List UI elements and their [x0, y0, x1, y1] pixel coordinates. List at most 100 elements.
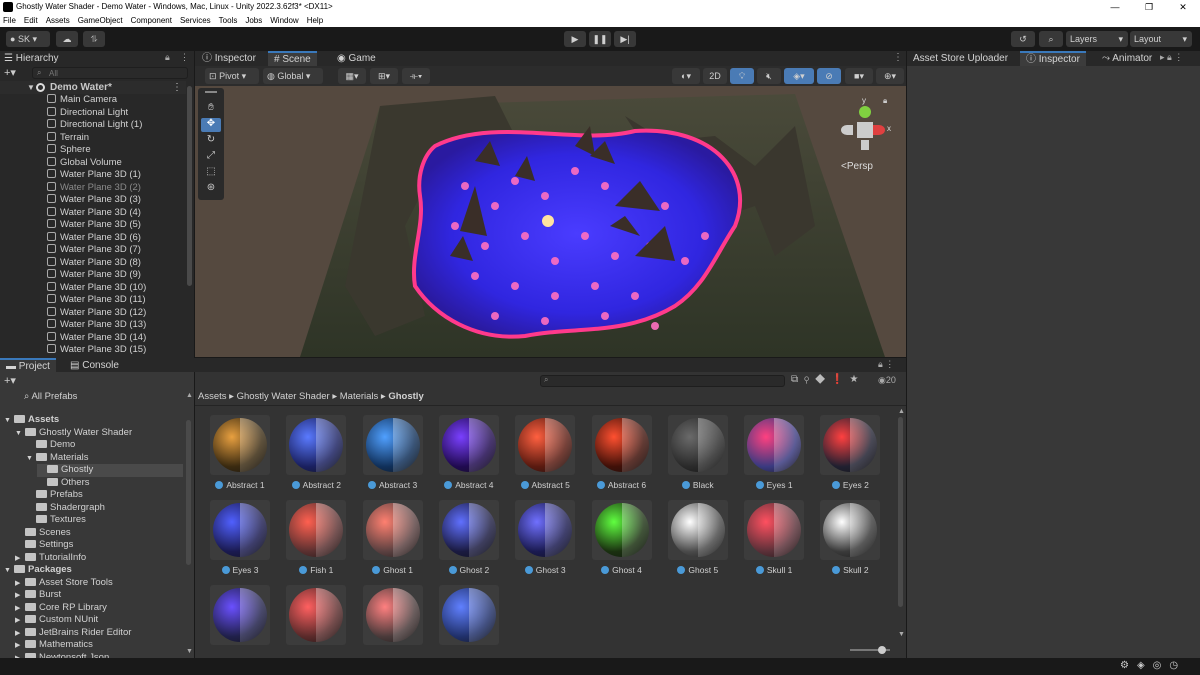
close-button[interactable]: ✕	[1166, 0, 1200, 14]
rotate-tool-icon[interactable]: ↻	[201, 134, 221, 148]
lock-icon[interactable]: 🔒︎	[165, 52, 170, 63]
expand-arrow-icon[interactable]: ▼	[15, 428, 25, 441]
folder-tree-item[interactable]: Shadergraph	[26, 502, 105, 515]
material-item[interactable]: Ghost 3	[510, 500, 580, 580]
gizmo-center[interactable]	[857, 122, 873, 138]
material-item[interactable]: Ghost 5	[663, 500, 733, 580]
folder-tree-item[interactable]: ▶ Custom NUnit	[15, 614, 98, 627]
tab-asset-store-uploader[interactable]: Asset Store Uploader	[913, 52, 1008, 66]
material-item[interactable]	[281, 585, 351, 665]
slider-handle[interactable]	[878, 646, 886, 654]
layout-dropdown[interactable]: Layout ▾	[1130, 31, 1192, 47]
menu-component[interactable]: Component	[131, 14, 172, 27]
tab-inspector[interactable]: ⓘ Inspector	[1020, 51, 1086, 66]
expand-arrow-icon[interactable]: ▼	[4, 565, 14, 578]
folder-tree-item[interactable]: Demo	[26, 439, 75, 452]
tab-hierarchy[interactable]: ☰ Hierarchy	[4, 52, 59, 66]
project-lock-icon[interactable]: 🔒︎ ⋮	[878, 359, 894, 370]
folder-tree-item[interactable]: ▼ Ghostly Water Shader	[15, 427, 132, 440]
menu-jobs[interactable]: Jobs	[245, 14, 262, 27]
lighting-toggle-icon[interactable]: 💡︎	[730, 68, 754, 84]
breadcrumb-materials[interactable]: Materials	[340, 391, 379, 402]
gizmo-y-axis[interactable]	[859, 106, 871, 118]
breadcrumb-ghostly-water-shader[interactable]: Ghostly Water Shader	[237, 391, 330, 402]
project-filter-icons[interactable]: ⧉⚲◆❗★	[791, 374, 865, 385]
material-item[interactable]: Abstract 6	[587, 415, 657, 495]
folder-tree-item[interactable]: ▶ Core RP Library	[15, 602, 107, 615]
material-item[interactable]: Fish 1	[281, 500, 351, 580]
effects-toggle-icon[interactable]: ◈▾	[784, 68, 814, 84]
folder-tree-item[interactable]: Textures	[26, 514, 86, 527]
scene-root-row[interactable]: ▼ Demo Water* ⋮	[0, 81, 186, 94]
tab-scene[interactable]: # Scene	[268, 51, 317, 66]
folder-tree-item[interactable]: ▶ TutorialInfo	[15, 552, 86, 565]
material-item[interactable]: Eyes 1	[739, 415, 809, 495]
gizmo-neg-x-axis[interactable]	[841, 125, 853, 135]
expand-arrow-icon[interactable]: ▼	[4, 415, 14, 428]
play-button[interactable]: ▶	[564, 31, 586, 47]
scroll-down-arrow-icon[interactable]: ▼	[186, 648, 193, 655]
folder-tree-item[interactable]: ▶ Burst	[15, 589, 61, 602]
gizmo-neg-y-axis[interactable]	[861, 140, 869, 150]
version-control-icon[interactable]: ⥮	[83, 31, 105, 47]
account-dropdown[interactable]: ● SK ▾	[6, 31, 50, 47]
material-item[interactable]: Eyes 3	[205, 500, 275, 580]
material-item[interactable]: Ghost 1	[358, 500, 428, 580]
cloud-icon[interactable]: ☁	[56, 31, 78, 47]
add-button[interactable]: +▾	[4, 66, 16, 79]
history-icon[interactable]: ↺	[1011, 31, 1035, 47]
hierarchy-search-input[interactable]: ⌕ All	[32, 67, 188, 79]
breadcrumb-ghostly[interactable]: Ghostly	[388, 391, 423, 402]
menu-file[interactable]: File	[3, 14, 16, 27]
pivot-dropdown[interactable]: ⊡ Pivot ▾	[205, 68, 259, 84]
pause-button[interactable]: ❚❚	[589, 31, 611, 47]
create-button[interactable]: +▾	[4, 374, 16, 387]
folder-tree-item[interactable]: ▼ Assets	[4, 414, 59, 427]
material-item[interactable]: Abstract 5	[510, 415, 580, 495]
gizmos-icon[interactable]: ⊕▾	[876, 68, 904, 84]
material-item[interactable]: Ghost 2	[434, 500, 504, 580]
breadcrumb-assets[interactable]: Assets	[198, 391, 227, 402]
tab-game[interactable]: ◉ Game	[337, 52, 376, 66]
menu-help[interactable]: Help	[307, 14, 323, 27]
draw-mode-icon[interactable]: ◐▾	[672, 68, 700, 84]
material-item[interactable]: Abstract 3	[358, 415, 428, 495]
folder-tree-item[interactable]: ▶ JetBrains Rider Editor	[15, 627, 131, 640]
folder-tree-item[interactable]: ▼ Materials	[26, 452, 89, 465]
folder-tree-item[interactable]: Settings	[15, 539, 73, 552]
search-icon[interactable]: ⌕	[1039, 31, 1063, 47]
menu-services[interactable]: Services	[180, 14, 211, 27]
material-item[interactable]: Abstract 1	[205, 415, 275, 495]
material-item[interactable]	[358, 585, 428, 665]
folder-tree-item[interactable]: ▶ Asset Store Tools	[15, 577, 113, 590]
menu-assets[interactable]: Assets	[46, 14, 70, 27]
expand-arrow-icon[interactable]: ▼	[26, 453, 36, 466]
hand-tool-icon[interactable]: ✋︎	[201, 102, 221, 116]
tab-project[interactable]: ▬ Project	[0, 358, 56, 372]
move-tool-icon[interactable]: ✥	[201, 118, 221, 132]
asset-grid-scrollbar[interactable]	[898, 417, 903, 607]
snap-align-icon[interactable]: ⟛▾	[402, 68, 430, 84]
projection-toggle[interactable]: <Persp	[841, 161, 873, 172]
material-item[interactable]	[205, 585, 275, 665]
project-search-input[interactable]: ⌕	[540, 375, 785, 387]
scale-tool-icon[interactable]: ⤢	[201, 150, 221, 164]
layers-dropdown[interactable]: Layers ▾	[1066, 31, 1128, 47]
tab-animator[interactable]: ⤳ Animator	[1102, 52, 1152, 66]
scroll-up-arrow-icon[interactable]: ▲	[898, 408, 905, 415]
tab-overflow-icon[interactable]: ▸ 🔒︎ ⋮	[1160, 52, 1183, 63]
grid-snap-icon[interactable]: ▦▾	[338, 68, 366, 84]
snap-increment-icon[interactable]: ⊞▾	[370, 68, 398, 84]
mode-2d-button[interactable]: 2D	[703, 68, 727, 84]
minimize-button[interactable]: —	[1098, 0, 1132, 14]
lock-icon[interactable]: 🔒︎	[883, 96, 887, 106]
transform-tool-icon[interactable]: ⊛	[201, 182, 221, 196]
folder-tree-scrollbar[interactable]	[186, 420, 191, 565]
hierarchy-scrollbar[interactable]	[187, 86, 192, 286]
global-dropdown[interactable]: ◍ Global ▾	[263, 68, 323, 84]
scroll-down-arrow-icon[interactable]: ▼	[898, 631, 905, 638]
orientation-gizmo[interactable]: y x 🔒︎ <Persp	[835, 94, 895, 174]
menu-edit[interactable]: Edit	[24, 14, 38, 27]
hidden-packages-count[interactable]: ◉20	[878, 375, 896, 386]
folder-tree-item[interactable]: Ghostly	[37, 464, 183, 477]
